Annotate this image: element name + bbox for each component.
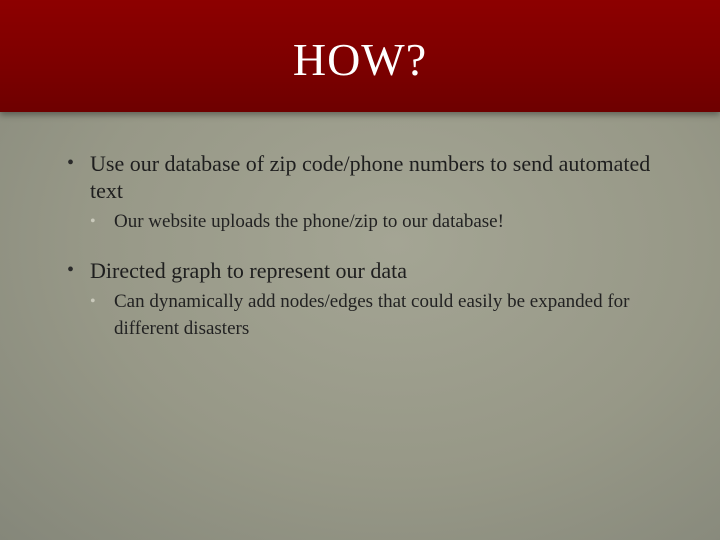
bullet-item-directed-graph: • Directed graph to represent our data (62, 257, 662, 284)
sub-bullet-marker: • (90, 293, 96, 310)
sub-bullet-item-website: • Our website uploads the phone/zip to o… (90, 208, 662, 235)
bullet-text: Directed graph to represent our data (90, 258, 408, 283)
bullet-item-database: • Use our database of zip code/phone num… (62, 150, 662, 204)
sub-bullet-marker: • (90, 213, 96, 230)
sub-bullet-text: Our website uploads the phone/zip to our… (114, 211, 504, 232)
bullet-text: Use our database of zip code/phone numbe… (90, 151, 651, 203)
bullet-marker: • (67, 152, 75, 174)
sub-bullet-item-nodes: • Can dynamically add nodes/edges that c… (90, 288, 662, 342)
slide: HOW? • Use our database of zip code/phon… (0, 0, 720, 540)
slide-title: HOW? (292, 34, 428, 85)
title-band: HOW? (0, 0, 720, 112)
bullet-marker: • (67, 259, 75, 281)
bullet-list: • Use our database of zip code/phone num… (62, 150, 662, 342)
sub-bullet-text: Can dynamically add nodes/edges that cou… (114, 291, 630, 339)
